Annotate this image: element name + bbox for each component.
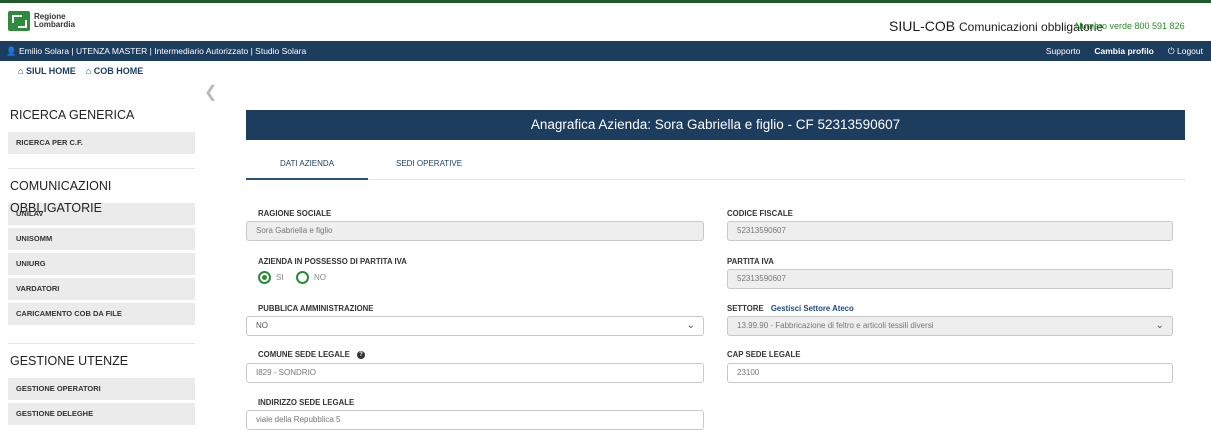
radio-selected-icon: [258, 271, 271, 284]
home-links: ⌂ SIUL HOME ⌂ COB HOME: [18, 66, 143, 76]
cob-home-label: COB HOME: [93, 66, 144, 76]
indirizzo-field[interactable]: viale della Repubblica 5: [246, 410, 704, 430]
user-bar: 👤 Emilio Solara | UTENZA MASTER | Interm…: [0, 41, 1211, 61]
sidebar-item-caricamento-cob[interactable]: CARICAMENTO COB DA FILE: [8, 303, 195, 325]
cob-home-link[interactable]: ⌂ COB HOME: [86, 66, 143, 76]
possesso-iva-label: AZIENDA IN POSSESSO DI PARTITA IVA: [258, 257, 407, 266]
sidebar: RICERCA GENERICA RICERCA PER C.F. COMUNI…: [0, 100, 197, 428]
collapse-sidebar-icon[interactable]: ❮: [204, 82, 217, 102]
logout-label: Logout: [1177, 46, 1203, 56]
siul-home-link[interactable]: ⌂ SIUL HOME: [18, 66, 76, 76]
cap-label: CAP SEDE LEGALE: [727, 350, 801, 359]
radio-no[interactable]: NO: [296, 271, 326, 284]
comune-label-row: COMUNE SEDE LEGALE ?: [258, 350, 366, 359]
sidebar-item-gestione-operatori[interactable]: GESTIONE OPERATORI: [8, 378, 195, 400]
pubblica-amm-select[interactable]: NO ⌄: [246, 316, 704, 336]
app-title: SIUL-COB Comunicazioni obbligatorie: [889, 18, 1103, 34]
power-icon: ⏻: [1167, 46, 1175, 56]
sidebar-item-ricerca-cf[interactable]: RICERCA PER C.F.: [8, 132, 195, 154]
partita-iva-label: PARTITA IVA: [727, 257, 774, 266]
lombardia-logo-icon: [8, 11, 30, 31]
tab-dati-azienda[interactable]: DATI AZIENDA: [246, 159, 368, 180]
settore-select[interactable]: 13.99.90 - Fabbricazione di feltro e art…: [727, 316, 1173, 336]
radio-si-label: SI: [276, 273, 284, 282]
ricerca-generica-title: RICERCA GENERICA: [10, 108, 135, 122]
gestione-utenze-title: GESTIONE UTENZE: [10, 354, 129, 368]
user-info: 👤 Emilio Solara | UTENZA MASTER | Interm…: [6, 46, 306, 57]
user-info-text: Emilio Solara | UTENZA MASTER | Intermed…: [18, 46, 307, 56]
partita-iva-field[interactable]: 52313590607: [727, 269, 1173, 289]
supporto-link[interactable]: Supporto: [1046, 46, 1081, 57]
logo-line2: Lombardia: [34, 20, 75, 29]
codice-fiscale-label: CODICE FISCALE: [727, 209, 793, 218]
radio-unselected-icon: [296, 271, 309, 284]
codice-fiscale-field[interactable]: 52313590607: [727, 221, 1173, 241]
user-icon: 👤: [6, 46, 17, 56]
indirizzo-label: INDIRIZZO SEDE LEGALE: [258, 398, 355, 407]
sidebar-item-uniurg[interactable]: UNIURG: [8, 253, 195, 275]
ragione-sociale-field[interactable]: Sora Gabriella e figlio: [246, 221, 704, 241]
settore-label: SETTORE: [727, 304, 764, 313]
tab-sedi-operative[interactable]: SEDI OPERATIVE: [396, 159, 462, 168]
top-header: Regione Lombardia SIUL-COB Comunicazioni…: [0, 0, 1211, 41]
sidebar-item-unisomm[interactable]: UNISOMM: [8, 228, 195, 250]
comunicazioni-title: COMUNICAZIONI OBBLIGATORIE: [10, 179, 112, 215]
tab-bar: DATI AZIENDA SEDI OPERATIVE: [246, 150, 1185, 180]
sidebar-item-gestione-deleghe[interactable]: GESTIONE DELEGHE: [8, 403, 195, 425]
pubblica-amm-value: NO: [256, 321, 268, 330]
radio-no-label: NO: [314, 273, 326, 282]
pubblica-amm-label: PUBBLICA AMMINISTRAZIONE: [258, 304, 374, 313]
gestisci-settore-link[interactable]: Gestisci Settore Ateco: [771, 304, 854, 313]
settore-label-row: SETTORE Gestisci Settore Ateco: [727, 304, 854, 313]
chevron-down-icon: ⌄: [1155, 320, 1164, 331]
logout-link[interactable]: ⏻ Logout: [1168, 46, 1203, 57]
comune-label: COMUNE SEDE LEGALE: [258, 350, 350, 359]
sidebar-item-vardatori[interactable]: VARDATORI: [8, 278, 195, 300]
siul-home-label: SIUL HOME: [25, 66, 76, 76]
app-name: SIUL-COB: [889, 18, 956, 34]
radio-si[interactable]: SI: [258, 271, 284, 284]
regione-lombardia-logo[interactable]: Regione Lombardia: [8, 11, 75, 31]
home-icon: ⌂: [85, 66, 92, 76]
help-icon[interactable]: ?: [357, 350, 366, 359]
comune-field[interactable]: I829 - SONDRIO: [246, 363, 704, 383]
cambia-profilo-link[interactable]: Cambia profilo: [1094, 46, 1154, 57]
chevron-down-icon: ⌄: [686, 320, 695, 331]
settore-value: 13.99.90 - Fabbricazione di feltro e art…: [737, 321, 934, 330]
numero-verde: Numero verde 800 591 826: [1075, 21, 1185, 31]
page-title: Anagrafica Azienda: Sora Gabriella e fig…: [246, 110, 1185, 140]
ragione-sociale-label: RAGIONE SOCIALE: [258, 209, 332, 218]
cap-field[interactable]: 23100: [727, 363, 1173, 383]
home-icon: ⌂: [18, 66, 24, 76]
